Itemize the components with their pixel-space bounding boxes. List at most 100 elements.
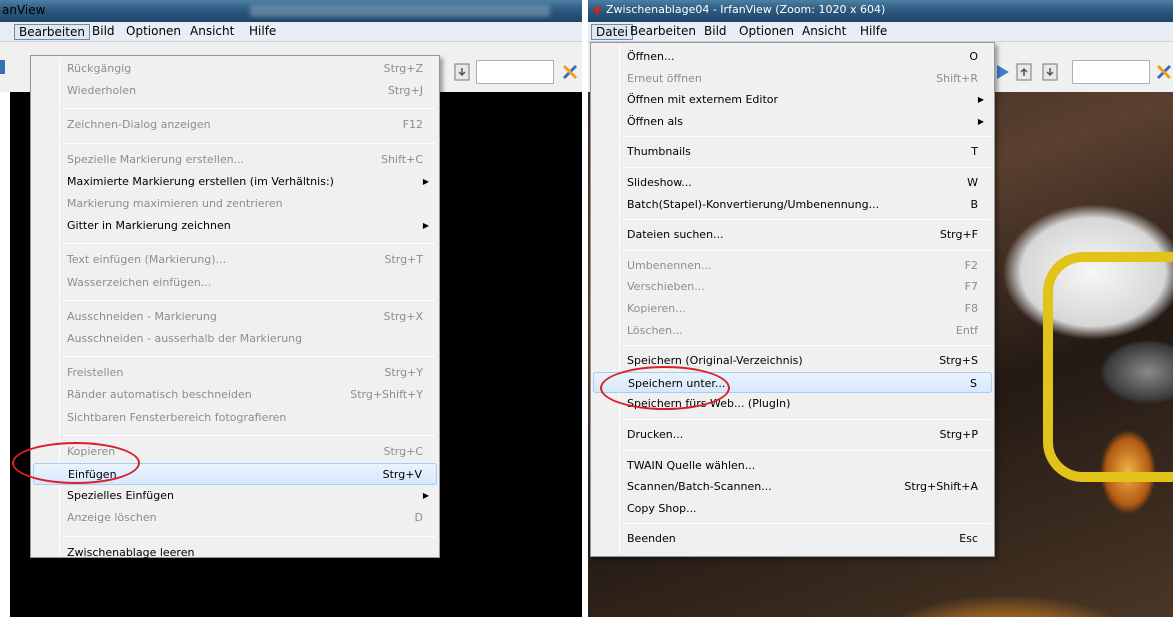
menu-item-maximierte-markierung-erstellen-im-verhältnis[interactable]: Maximierte Markierung erstellen (im Verh… — [33, 171, 437, 193]
menu-item-shortcut: Strg+X — [383, 309, 423, 323]
menu-separator — [63, 299, 435, 301]
menu-item-sichtbaren-fensterbereich-fotografieren[interactable]: Sichtbaren Fensterbereich fotografieren — [33, 407, 437, 429]
submenu-arrow-icon: ▶ — [422, 176, 429, 186]
menu-item-gitter-in-markierung-zeichnen[interactable]: Gitter in Markierung zeichnen ▶ — [33, 215, 437, 237]
page-up-icon[interactable] — [1014, 62, 1036, 82]
menu-bearbeiten[interactable]: Bearbeiten — [14, 24, 90, 40]
right-toolbar-input[interactable] — [1072, 60, 1150, 84]
menu-item-label: Spezielle Markierung erstellen... — [67, 152, 245, 166]
left-toolbar-input[interactable] — [476, 60, 554, 84]
menu-item-shortcut: Entf — [955, 323, 978, 337]
menu-item-label: Freistellen — [67, 366, 124, 380]
menu-item-twain-quelle-wählen[interactable]: TWAIN Quelle wählen... — [593, 455, 992, 477]
menu-item-speichern-fürs-web-plugin[interactable]: Speichern fürs Web... (PlugIn) — [593, 393, 992, 415]
menu-item-shortcut: B — [970, 197, 978, 211]
menu-item-kopieren[interactable]: Kopieren Strg+C — [33, 441, 437, 463]
menu-item-spezielles-einfügen[interactable]: Spezielles Einfügen ▶ — [33, 485, 437, 507]
menu-item-label: Erneut öffnen — [627, 71, 702, 85]
menu-item-text-einfügen-markierung[interactable]: Text einfügen (Markierung)... Strg+T — [33, 249, 437, 271]
menu-item-wiederholen[interactable]: Wiederholen Strg+J — [33, 80, 437, 102]
menu-item-label: Drucken... — [627, 428, 684, 441]
menu-item-zwischenablage-leeren[interactable]: Zwischenablage leeren — [33, 542, 437, 564]
menu-item-shortcut: O — [969, 50, 978, 63]
right-title-bar: Zwischenablage04 - IrfanView (Zoom: 1020… — [588, 0, 1173, 22]
menu-item-label: TWAIN Quelle wählen... — [627, 458, 756, 472]
menu-hilfe[interactable]: Hilfe — [245, 24, 280, 40]
menu-ansicht[interactable]: Ansicht — [186, 24, 238, 40]
menu-item-shortcut: D — [414, 511, 423, 525]
menu-item-wasserzeichen-einfügen[interactable]: Wasserzeichen einfügen... — [33, 272, 437, 294]
menu-item-erneut-öffnen[interactable]: Erneut öffnen Shift+R — [593, 68, 992, 90]
menu-item-speichern-unter[interactable]: Speichern unter... S — [593, 371, 992, 394]
menu-separator — [623, 136, 990, 138]
menu-item-label: Einfügen — [68, 468, 117, 481]
file-dropdown-menu: Öffnen... O Erneut öffnen Shift+R Öffnen mit… — [590, 42, 995, 557]
menu-item-label: Ausschneiden - Markierung — [67, 309, 217, 323]
menu-item-ausschneiden-ausserhalb-der-markierung[interactable]: Ausschneiden - ausserhalb der Markierung — [33, 328, 437, 350]
menu-item-öffnen[interactable]: Öffnen... O — [593, 46, 992, 68]
page-down-icon-right[interactable] — [1040, 62, 1062, 82]
menu-item-spezielle-markierung-erstellen[interactable]: Spezielle Markierung erstellen... Shift+C — [33, 149, 437, 171]
menu-item-label: Beenden — [627, 532, 676, 546]
next-arrow-icon[interactable] — [992, 62, 1014, 82]
menu-item-label: Öffnen... — [627, 50, 675, 63]
menu-item-umbenennen[interactable]: Umbenennen... F2 — [593, 255, 992, 277]
menu-item-label: Zwischenablage leeren — [67, 545, 195, 559]
page-down-icon[interactable] — [452, 62, 474, 82]
menu-item-shortcut: Strg+T — [384, 253, 423, 267]
menu-item-shortcut: Strg+J — [387, 84, 423, 98]
menu-item-freistellen[interactable]: Freistellen Strg+Y — [33, 362, 437, 384]
menu-item-scannen-batch-scannen[interactable]: Scannen/Batch-Scannen... Strg+Shift+A — [593, 476, 992, 498]
menu-item-ränder-automatisch-beschneiden[interactable]: Ränder automatisch beschneiden Strg+Shift… — [33, 384, 437, 406]
menu-bild-right[interactable]: Bild — [700, 24, 731, 40]
toolbar-edge-icon[interactable] — [0, 60, 5, 74]
right-window-title: Zwischenablage04 - IrfanView (Zoom: 1020… — [606, 3, 886, 16]
menu-item-drucken[interactable]: Drucken... Strg+P — [593, 424, 992, 446]
menu-bild[interactable]: Bild — [88, 24, 119, 40]
menu-item-öffnen-als[interactable]: Öffnen als ▶ — [593, 111, 992, 133]
right-irfanview-window: Zwischenablage04 - IrfanView (Zoom: 1020… — [588, 0, 1173, 617]
settings-tools-icon-right[interactable] — [1154, 62, 1173, 82]
menu-item-verschieben[interactable]: Verschieben... F7 — [593, 276, 992, 298]
menu-item-markierung-maximieren-und-zentrieren[interactable]: Markierung maximieren und zentrieren — [33, 193, 437, 215]
menu-item-rückgängig[interactable]: Rückgängig Strg+Z — [33, 58, 437, 80]
menu-separator — [63, 535, 435, 537]
menu-optionen[interactable]: Optionen — [122, 24, 185, 40]
menu-separator — [63, 108, 435, 110]
menu-item-copy-shop[interactable]: Copy Shop... — [593, 498, 992, 520]
menu-item-shortcut: Strg+Shift+Y — [350, 388, 423, 402]
menu-item-label: Batch(Stapel)-Konvertierung/Umbenennung.… — [627, 197, 880, 211]
menu-item-zeichnen-dialog-anzeigen[interactable]: Zeichnen-Dialog anzeigen F12 — [33, 114, 437, 136]
menu-item-batch-stapel-konvertierung-umbenennung[interactable]: Batch(Stapel)-Konvertierung/Umbenennung.… — [593, 194, 992, 216]
menu-item-öffnen-mit-externem-editor[interactable]: Öffnen mit externem Editor ▶ — [593, 89, 992, 111]
menu-item-anzeige-löschen[interactable]: Anzeige löschen D — [33, 507, 437, 529]
menu-separator — [63, 142, 435, 144]
right-menu-bar: Datei Bearbeiten Bild Optionen Ansicht H… — [588, 22, 1173, 42]
menu-item-label: Speichern (Original-Verzeichnis) — [627, 354, 803, 368]
menu-item-label: Öffnen mit externem Editor — [627, 93, 779, 107]
menu-item-slideshow[interactable]: Slideshow... W — [593, 172, 992, 194]
menu-item-label: Rückgängig — [67, 62, 132, 75]
menu-ansicht-right[interactable]: Ansicht — [798, 24, 850, 40]
menu-item-ausschneiden-markierung[interactable]: Ausschneiden - Markierung Strg+X — [33, 306, 437, 328]
menu-item-beenden[interactable]: Beenden Esc — [593, 528, 992, 550]
menu-bearbeiten-right[interactable]: Bearbeiten — [626, 24, 700, 40]
menu-item-label: Kopieren — [67, 444, 116, 458]
menu-item-shortcut: Strg+F — [939, 228, 978, 242]
submenu-arrow-icon: ▶ — [977, 116, 984, 126]
menu-item-label: Verschieben... — [627, 280, 705, 294]
menu-separator — [63, 434, 435, 436]
menu-optionen-right[interactable]: Optionen — [735, 24, 798, 40]
settings-tools-icon[interactable] — [560, 62, 582, 82]
menu-item-einfügen[interactable]: Einfügen Strg+V — [33, 463, 437, 486]
menu-separator — [623, 345, 990, 347]
menu-item-kopieren[interactable]: Kopieren... F8 — [593, 298, 992, 320]
menu-item-thumbnails[interactable]: Thumbnails T — [593, 141, 992, 163]
menu-item-label: Öffnen als — [627, 114, 683, 128]
menu-item-label: Kopieren... — [627, 302, 686, 315]
menu-item-dateien-suchen[interactable]: Dateien suchen... Strg+F — [593, 224, 992, 246]
menu-item-löschen[interactable]: Löschen... Entf — [593, 320, 992, 342]
menu-item-speichern-original-verzeichnis[interactable]: Speichern (Original-Verzeichnis) Strg+S — [593, 350, 992, 372]
menu-item-shortcut: F8 — [964, 302, 978, 315]
menu-hilfe-right[interactable]: Hilfe — [856, 24, 891, 40]
